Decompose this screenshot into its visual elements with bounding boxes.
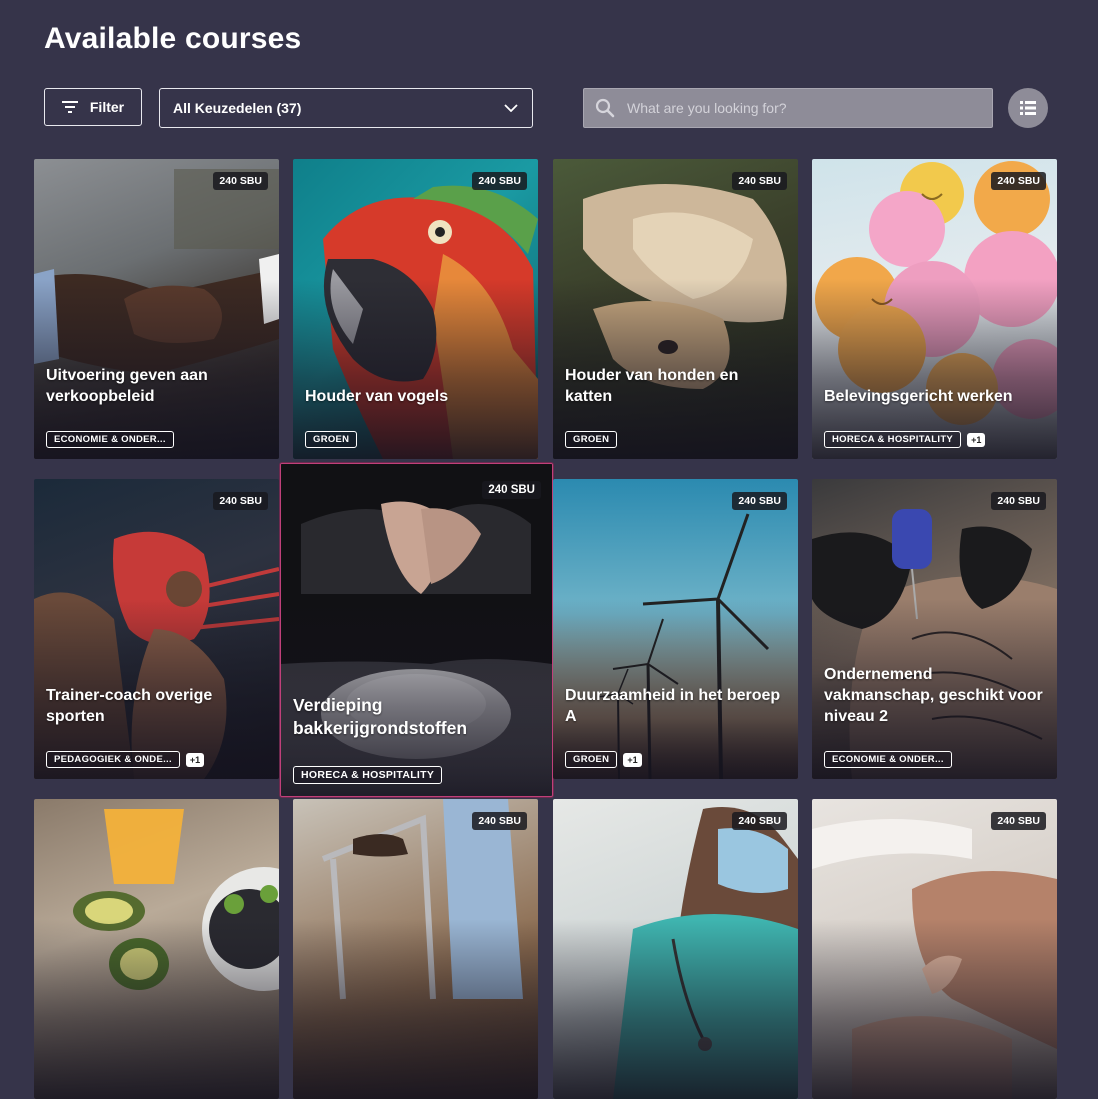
filter-icon [61, 101, 78, 113]
sbu-badge: 240 SBU [482, 481, 541, 499]
course-card[interactable]: 240 SBU Ondernemend vakmanschap, geschik… [812, 479, 1057, 779]
list-icon [1020, 101, 1036, 115]
category-tag: HORECA & HOSPITALITY [824, 431, 962, 448]
course-card[interactable]: 240 SBU Houder van vogels GROEN [293, 159, 538, 459]
sbu-badge: 240 SBU [472, 812, 527, 830]
course-card[interactable]: 240 SBU [812, 799, 1057, 1099]
search-icon [595, 98, 615, 118]
extra-tags-badge: +1 [623, 752, 642, 767]
card-shade [34, 919, 279, 1099]
course-title: Ondernemend vakmanschap, geschikt voor n… [824, 666, 1043, 725]
sbu-badge: 240 SBU [732, 812, 787, 830]
course-title: Houder van vogels [305, 388, 449, 405]
card-shade [553, 919, 798, 1099]
sbu-badge: 240 SBU [991, 812, 1046, 830]
chevron-down-icon [504, 104, 518, 112]
sbu-badge: 240 SBU [213, 172, 268, 190]
category-tag: ECONOMIE & ONDER... [46, 431, 174, 448]
category-tag: HORECA & HOSPITALITY [293, 766, 443, 784]
filter-button[interactable]: Filter [44, 88, 142, 126]
search-bar [583, 88, 993, 128]
course-title: Belevingsgericht werken [824, 388, 1013, 405]
category-tag: PEDAGOGIEK & ONDE... [46, 751, 180, 768]
course-card[interactable]: 240 SBU Houder van honden en katten GROE… [553, 159, 798, 459]
category-tag: GROEN [565, 751, 618, 768]
course-title: Duurzaamheid in het beroep A [565, 687, 781, 725]
sbu-badge: 240 SBU [213, 492, 268, 510]
course-card-hovered[interactable]: 240 SBU Verdieping bakkerijgrondstoffen … [280, 463, 553, 797]
course-title: Verdieping bakkerijgrondstoffen [293, 695, 468, 738]
course-card[interactable]: 240 SBU Uitvoering geven aan verkoopbele… [34, 159, 279, 459]
extra-tags-badge: +1 [967, 432, 986, 447]
page-title: Available courses [44, 22, 302, 55]
select-value: All Keuzedelen (37) [173, 100, 302, 116]
course-title: Trainer-coach overige sporten [46, 687, 213, 725]
sbu-badge: 240 SBU [472, 172, 527, 190]
sbu-badge: 240 SBU [991, 172, 1046, 190]
course-title: Houder van honden en katten [565, 367, 739, 405]
course-title: Uitvoering geven aan verkoopbeleid [46, 367, 208, 405]
keuzedelen-select[interactable]: All Keuzedelen (37) [159, 88, 533, 128]
list-view-toggle[interactable] [1008, 88, 1048, 128]
course-card[interactable]: 240 SBU [553, 799, 798, 1099]
sbu-badge: 240 SBU [732, 492, 787, 510]
category-tag: GROEN [305, 431, 358, 448]
course-card[interactable] [34, 799, 279, 1099]
extra-tags-badge: +1 [185, 752, 205, 767]
course-card[interactable]: 240 SBU [293, 799, 538, 1099]
course-card[interactable]: 240 SBU Belevingsgericht werken HORECA &… [812, 159, 1057, 459]
card-shade [293, 919, 538, 1099]
sbu-badge: 240 SBU [732, 172, 787, 190]
filter-button-label: Filter [89, 99, 125, 115]
course-card[interactable]: 240 SBU Trainer-coach overige sporten PE… [34, 479, 279, 779]
category-tag: GROEN [565, 431, 618, 448]
search-input[interactable] [625, 99, 992, 117]
card-shade [812, 919, 1057, 1099]
category-tag: ECONOMIE & ONDER... [824, 751, 952, 768]
course-card[interactable]: 240 SBU Duurzaamheid in het beroep A GRO… [553, 479, 798, 779]
sbu-badge: 240 SBU [991, 492, 1046, 510]
